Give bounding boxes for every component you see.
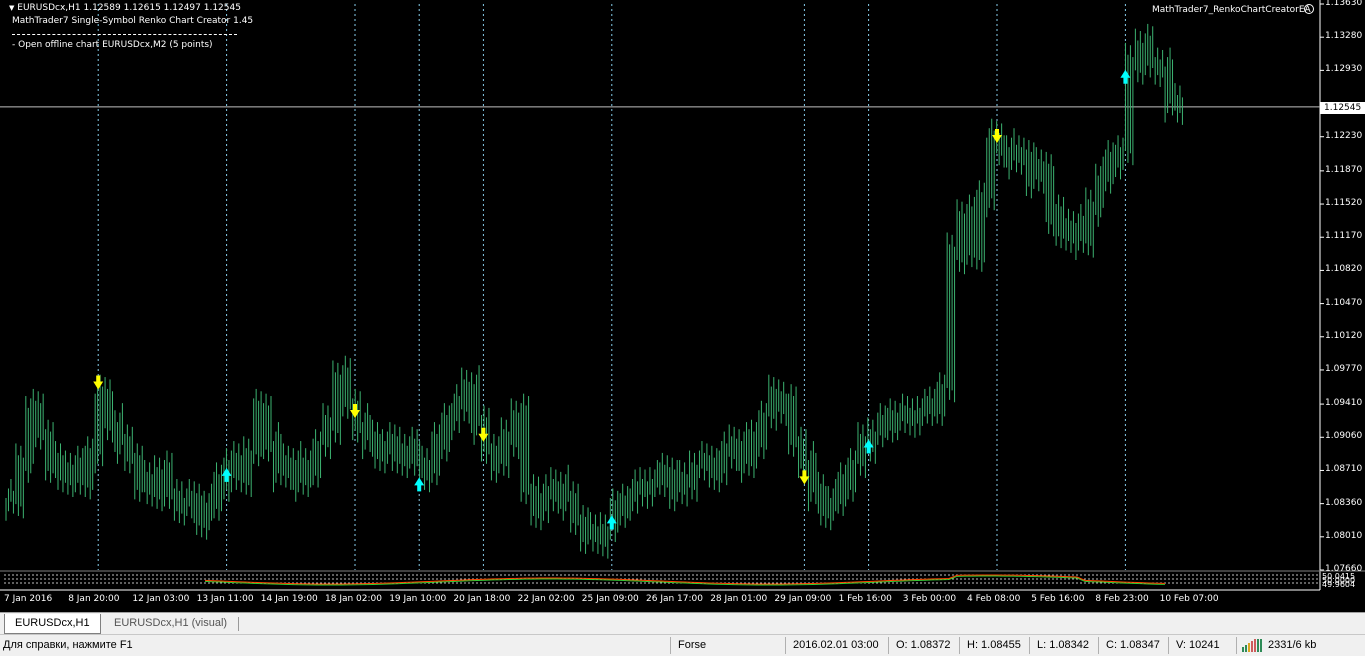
time-tick-label: 20 Jan 18:00 bbox=[453, 594, 511, 604]
time-tick-label: 26 Jan 17:00 bbox=[646, 594, 703, 604]
time-tick-label: 28 Jan 01:00 bbox=[710, 594, 768, 604]
time-tick-label: 4 Feb 08:00 bbox=[967, 594, 1021, 604]
status-open: O: 1.08372 bbox=[896, 639, 951, 651]
indicator-tick-label: 49.9604 bbox=[1322, 580, 1356, 589]
price-tick-label: 1.09410 bbox=[1325, 398, 1363, 409]
status-divider bbox=[888, 637, 889, 654]
status-divider bbox=[670, 637, 671, 654]
status-divider bbox=[1098, 637, 1099, 654]
dropdown-triangle-icon[interactable]: ▼ bbox=[9, 4, 14, 12]
price-tick-label: 1.13280 bbox=[1325, 31, 1363, 42]
price-tick-label: 1.10470 bbox=[1325, 297, 1363, 308]
time-tick-label: 7 Jan 2016 bbox=[4, 594, 53, 604]
status-low: L: 1.08342 bbox=[1037, 639, 1089, 651]
current-price-label: 1.12545 bbox=[1320, 102, 1365, 114]
time-tick-label: 25 Jan 09:00 bbox=[581, 594, 639, 604]
price-tick-label: 1.12930 bbox=[1325, 64, 1363, 75]
tab-separator bbox=[238, 617, 239, 631]
down-arrow-icon bbox=[992, 129, 1002, 144]
time-tick-label: 19 Jan 10:00 bbox=[389, 594, 447, 604]
price-tick-label: 1.09060 bbox=[1325, 431, 1363, 442]
time-tick-label: 10 Feb 07:00 bbox=[1159, 594, 1219, 604]
time-tick-label: 12 Jan 03:00 bbox=[132, 594, 190, 604]
status-help: Для справки, нажмите F1 bbox=[3, 639, 133, 651]
status-divider bbox=[1236, 637, 1237, 654]
price-tick-label: 1.08710 bbox=[1325, 464, 1363, 475]
status-divider bbox=[785, 637, 786, 654]
ea-name: MathTrader7_RenkoChartCreatorEA bbox=[1152, 5, 1311, 15]
down-arrow-icon bbox=[799, 470, 810, 485]
smiley-icon bbox=[1304, 4, 1314, 14]
price-tick-label: 1.13630 bbox=[1325, 0, 1363, 8]
ea-separator bbox=[12, 34, 237, 35]
time-tick-label: 8 Feb 23:00 bbox=[1095, 594, 1149, 604]
time-tick-label: 3 Feb 00:00 bbox=[902, 594, 957, 604]
chart-canvas[interactable] bbox=[0, 0, 1365, 612]
up-arrow-icon bbox=[414, 477, 425, 492]
price-tick-label: 1.11170 bbox=[1325, 231, 1363, 242]
time-tick-label: 5 Feb 16:00 bbox=[1031, 594, 1085, 604]
price-chart[interactable]: ▼ EURUSDcx,H1 1.12589 1.12615 1.12497 1.… bbox=[0, 0, 1365, 612]
price-tick-label: 1.09770 bbox=[1325, 363, 1363, 374]
up-arrow-icon bbox=[1120, 69, 1131, 84]
price-tick-label: 1.11520 bbox=[1325, 198, 1363, 209]
tab-eurusdcx-h1-visual[interactable]: EURUSDcx,H1 (visual) bbox=[104, 614, 237, 633]
up-arrow-icon bbox=[221, 467, 232, 482]
symbol-info-line: ▼ EURUSDcx,H1 1.12589 1.12615 1.12497 1.… bbox=[9, 3, 241, 13]
status-divider bbox=[959, 637, 960, 654]
chart-tabs: EURUSDcx,H1 EURUSDcx,H1 (visual) bbox=[0, 612, 1365, 635]
price-tick-label: 1.08360 bbox=[1325, 497, 1363, 508]
status-close: C: 1.08347 bbox=[1106, 639, 1160, 651]
time-tick-label: 18 Jan 02:00 bbox=[325, 594, 382, 604]
time-tick-label: 14 Jan 19:00 bbox=[260, 594, 318, 604]
status-volume: V: 10241 bbox=[1176, 639, 1220, 651]
status-divider bbox=[1168, 637, 1169, 654]
status-bar: Для справки, нажмите F1 Forse 2016.02.01… bbox=[0, 634, 1365, 656]
price-tick-label: 1.12230 bbox=[1325, 130, 1363, 141]
ea-title: MathTrader7 Single-Symbol Renko Chart Cr… bbox=[12, 16, 254, 26]
tab-eurusdcx-h1[interactable]: EURUSDcx,H1 bbox=[4, 614, 101, 634]
down-arrow-icon bbox=[350, 403, 360, 418]
status-high: H: 1.08455 bbox=[967, 639, 1021, 651]
time-tick-label: 22 Jan 02:00 bbox=[517, 594, 575, 604]
status-datetime: 2016.02.01 03:00 bbox=[793, 639, 879, 651]
ea-message: - Open offline chart EURUSDcx,M2 (5 poin… bbox=[12, 40, 213, 50]
time-tick-label: 1 Feb 16:00 bbox=[838, 594, 892, 604]
down-arrow-icon bbox=[93, 375, 104, 390]
status-divider bbox=[1029, 637, 1030, 654]
connection-bars-icon[interactable] bbox=[1242, 639, 1264, 652]
status-profile[interactable]: Forse bbox=[678, 635, 706, 656]
status-traffic: 2331/6 kb bbox=[1268, 639, 1317, 651]
price-tick-label: 1.10120 bbox=[1325, 330, 1363, 341]
price-tick-label: 1.10820 bbox=[1325, 264, 1363, 275]
price-tick-label: 1.08010 bbox=[1325, 530, 1363, 541]
time-tick-label: 29 Jan 09:00 bbox=[774, 594, 832, 604]
symbol-info: EURUSDcx,H1 1.12589 1.12615 1.12497 1.12… bbox=[17, 3, 241, 13]
price-tick-label: 1.11870 bbox=[1325, 164, 1363, 175]
time-tick-label: 13 Jan 11:00 bbox=[196, 594, 254, 604]
time-tick-label: 8 Jan 20:00 bbox=[68, 594, 120, 604]
